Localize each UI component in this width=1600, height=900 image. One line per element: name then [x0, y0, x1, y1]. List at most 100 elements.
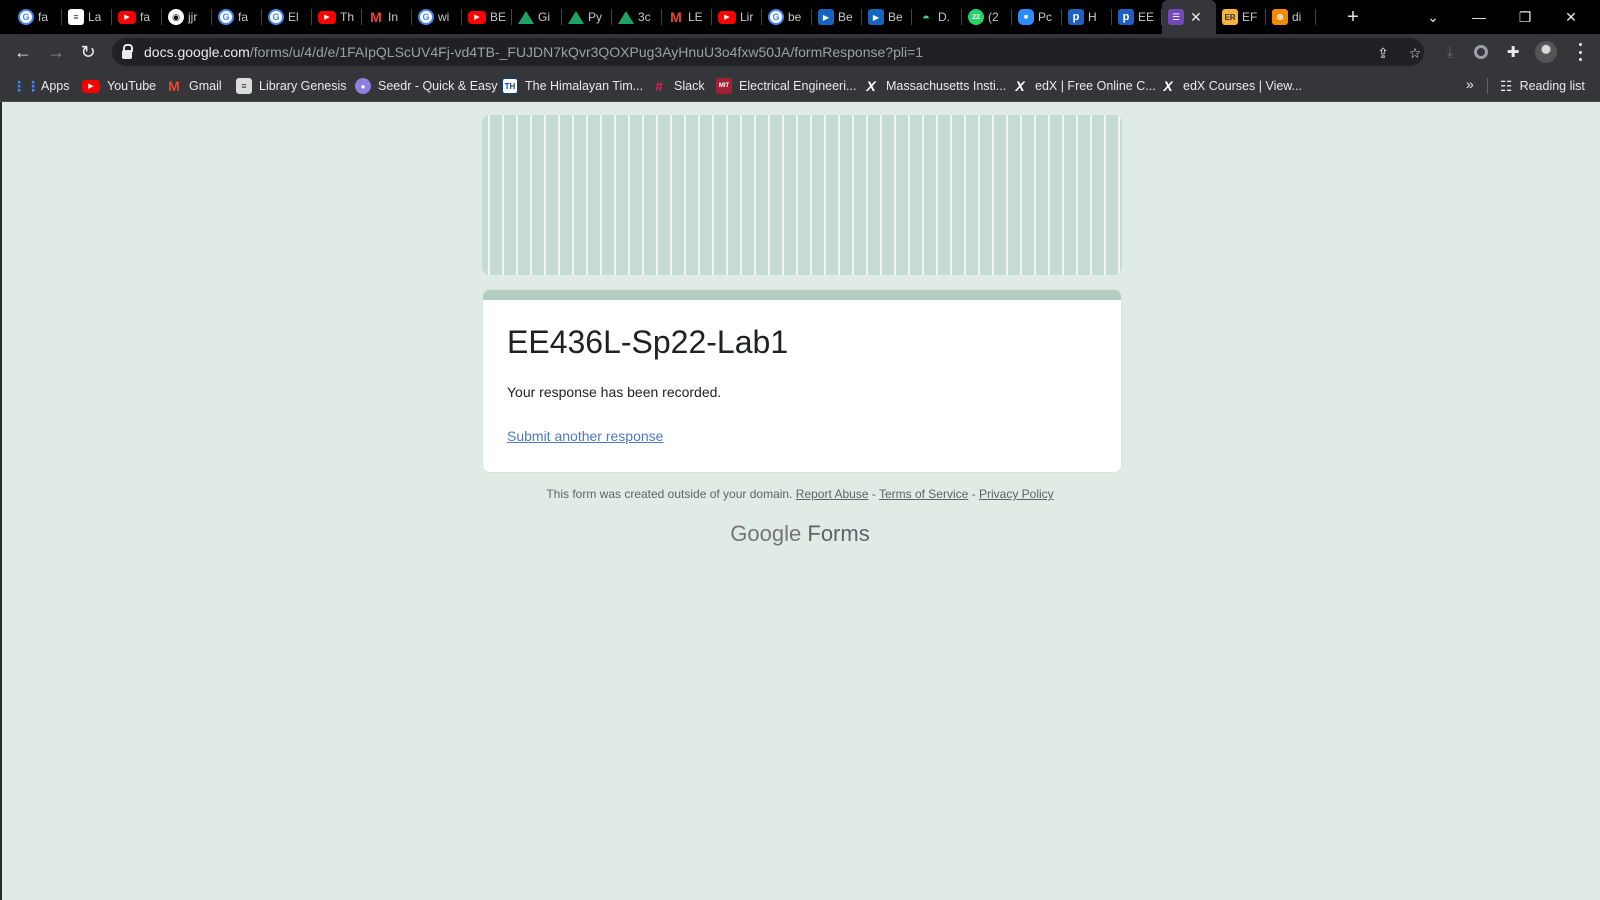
bookmark-label: YouTube — [107, 79, 157, 93]
browser-tab[interactable]: ◉ jjr — [162, 0, 212, 34]
document-icon: ≡ — [68, 9, 84, 25]
url-text[interactable]: docs.google.com/forms/u/4/d/e/1FAIpQLScU… — [144, 44, 923, 60]
browser-tab[interactable]: Gfa — [212, 0, 262, 34]
browser-toolbar: ← → ↻ docs.google.com/forms/u/4/d/e/1FAI… — [0, 34, 1600, 70]
browser-tab[interactable]: ▶ Be — [812, 0, 862, 34]
lock-icon[interactable] — [122, 43, 133, 59]
close-window-icon[interactable]: ✕ — [1548, 0, 1594, 34]
form-footer: This form was created outside of your do… — [0, 487, 1600, 501]
form-page: EE436L-Sp22-Lab1 Your response has been … — [0, 102, 1600, 900]
privacy-policy-link[interactable]: Privacy Policy — [979, 487, 1054, 501]
mit-ocw-icon: MIT — [716, 78, 732, 94]
browser-tab[interactable]: Gbe — [762, 0, 812, 34]
browser-tab[interactable]: ⊕ di — [1266, 0, 1316, 34]
browser-tab[interactable]: Gi — [512, 0, 562, 34]
bookmark-item[interactable]: ● Seedr - Quick & Easy — [355, 77, 498, 95]
browser-tab[interactable]: ▶ Lir — [712, 0, 762, 34]
back-icon[interactable]: ← — [11, 40, 35, 64]
tab-title: fa — [238, 10, 249, 24]
bookmark-item[interactable]: X Massachusetts Insti... — [863, 77, 1006, 95]
bookmark-item[interactable]: # Slack — [651, 77, 704, 95]
tab-title: Gi — [538, 10, 550, 24]
browser-tab[interactable]: M In — [362, 0, 412, 34]
bookmark-label: Massachusetts Insti... — [886, 79, 1007, 93]
bookmark-star-icon[interactable]: ☆ — [1406, 44, 1424, 62]
address-bar[interactable]: docs.google.com/forms/u/4/d/e/1FAIpQLScU… — [112, 38, 1424, 66]
browser-tab[interactable]: Gwi — [412, 0, 462, 34]
bookmark-item[interactable]: ⋮⋮ Apps — [12, 77, 70, 95]
close-tab-icon[interactable]: ✕ — [1190, 9, 1202, 26]
restore-icon[interactable]: ❐ — [1502, 0, 1548, 34]
profile-avatar[interactable] — [1535, 41, 1557, 63]
gmail-icon: M — [168, 78, 180, 94]
browser-tab[interactable]: ☰ ✕ — [1162, 0, 1216, 34]
browser-tab[interactable]: M LE — [662, 0, 712, 34]
forward-icon[interactable]: → — [44, 40, 68, 64]
android-icon: ◓ — [922, 9, 930, 25]
tab-title: La — [88, 10, 102, 24]
response-card: EE436L-Sp22-Lab1 Your response has been … — [482, 289, 1122, 473]
bookmark-item[interactable]: XedX | Free Online C... — [1012, 77, 1155, 95]
play-icon: ▶ — [868, 9, 884, 25]
browser-tab[interactable]: ▶ Th — [312, 0, 362, 34]
browser-tab[interactable]: Gfa — [12, 0, 62, 34]
browser-tab[interactable]: ≡ La — [62, 0, 112, 34]
bookmark-item[interactable]: MIT Electrical Engineeri... — [716, 77, 856, 95]
bookmark-item[interactable]: M Gmail — [166, 77, 222, 95]
extension-icon[interactable] — [1472, 43, 1490, 61]
browser-tab[interactable]: ER EF — [1216, 0, 1266, 34]
bookmark-item[interactable]: ▶ YouTube — [82, 77, 156, 95]
browser-tab[interactable]: ▶ fa — [112, 0, 162, 34]
submit-another-response-link[interactable]: Submit another response — [507, 428, 663, 444]
bookmark-item[interactable]: XedX Courses | View... — [1160, 77, 1302, 95]
google-forms-logo[interactable]: Google Forms — [0, 521, 1600, 547]
browser-tab[interactable]: ◓ D. — [912, 0, 962, 34]
tab-title: fa — [140, 10, 151, 24]
slack-icon: # — [655, 78, 663, 94]
browser-tab[interactable]: 3c — [612, 0, 662, 34]
gmail-icon: M — [370, 9, 382, 25]
browser-tab[interactable]: 22 (2 — [962, 0, 1012, 34]
card-accent-bar — [483, 290, 1121, 300]
new-tab-button[interactable]: + — [1340, 4, 1366, 30]
tab-title: be — [788, 10, 802, 24]
confirmation-message: Your response has been recorded. — [507, 384, 722, 400]
tab-title: fa — [38, 10, 49, 24]
zoom-icon: ■ — [1018, 9, 1034, 25]
play-icon: ▶ — [818, 9, 834, 25]
bookmark-item[interactable]: ≡ Library Genesis — [236, 77, 347, 95]
download-icon[interactable]: ⤓ — [1441, 43, 1459, 61]
terms-of-service-link[interactable]: Terms of Service — [879, 487, 968, 501]
browser-tab[interactable]: Py — [562, 0, 612, 34]
url-host: docs.google.com — [144, 44, 250, 60]
browser-tab[interactable]: ▶ Be — [862, 0, 912, 34]
tab-title: EF — [1242, 10, 1258, 24]
reload-icon[interactable]: ↻ — [76, 40, 100, 64]
footer-separator: - — [968, 487, 979, 501]
bookmark-item[interactable]: TH The Himalayan Tim... — [502, 77, 643, 95]
minimize-icon[interactable]: — — [1456, 0, 1502, 34]
youtube-icon: ▶ — [82, 79, 100, 93]
reading-list-button[interactable]: ☷ Reading list — [1500, 77, 1585, 95]
apps-grid-icon: ⋮⋮ — [12, 77, 40, 94]
share-icon[interactable]: ⇪ — [1374, 44, 1392, 62]
google-drive-icon — [568, 10, 584, 24]
tab-search-icon[interactable]: ⌄ — [1410, 0, 1456, 34]
bookmarks-divider — [1487, 78, 1488, 94]
extensions-puzzle-icon[interactable]: ✚ — [1504, 43, 1522, 61]
tab-title: EE — [1138, 10, 1154, 24]
edx-icon: X — [1163, 78, 1173, 94]
browser-menu-icon[interactable] — [1572, 43, 1588, 61]
browser-tab[interactable]: G El — [262, 0, 312, 34]
tab-title: H — [1088, 10, 1097, 24]
google-wordmark: Google — [730, 521, 802, 546]
browser-tab[interactable]: ▶ BE — [462, 0, 512, 34]
bookmark-label: Apps — [41, 79, 70, 93]
browser-tab[interactable]: p EE — [1112, 0, 1162, 34]
google-drive-icon — [618, 10, 634, 24]
report-abuse-link[interactable]: Report Abuse — [796, 487, 869, 501]
browser-tab[interactable]: pH — [1062, 0, 1112, 34]
browser-tab[interactable]: ■ Pc — [1012, 0, 1062, 34]
bookmark-label: Electrical Engineeri... — [739, 79, 857, 93]
more-bookmarks-icon[interactable]: » — [1466, 76, 1474, 92]
